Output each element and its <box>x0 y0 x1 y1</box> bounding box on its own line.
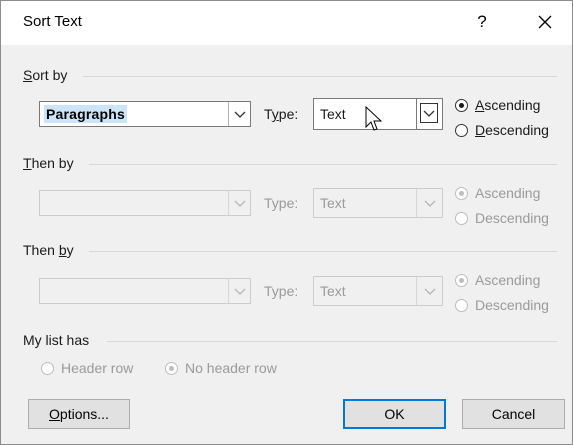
my-list-has-divider <box>107 341 557 342</box>
chevron-down-icon <box>234 200 246 207</box>
radio-circle <box>165 361 178 375</box>
then-by-2-type-label: Type: <box>264 283 299 299</box>
sort-by-ascending-radio[interactable]: Ascending <box>455 94 540 116</box>
then-by-2-type-value: Text <box>320 283 346 299</box>
sort-by-descending-label: Descending <box>475 122 549 138</box>
then-by-2-descending-label: Descending <box>475 297 549 313</box>
then-by-1-label: Then by <box>23 155 74 171</box>
then-by-1-field-dropdown-button[interactable] <box>228 191 250 215</box>
radio-circle <box>455 186 468 200</box>
sort-by-divider <box>83 76 557 77</box>
header-row-radio[interactable]: Header row <box>41 357 133 379</box>
radio-dot <box>459 102 464 108</box>
then-by-2-field-value <box>44 282 48 300</box>
help-button[interactable]: ? <box>471 9 493 35</box>
then-by-1-type-dropdown-button[interactable] <box>416 189 442 217</box>
then-by-2-descending-radio[interactable]: Descending <box>455 294 549 316</box>
sort-by-ascending-label: Ascending <box>475 97 541 113</box>
close-icon[interactable] <box>532 9 558 35</box>
then-by-2-ascending-radio[interactable]: Ascending <box>455 269 540 291</box>
then-by-1-descending-radio[interactable]: Descending <box>455 207 549 229</box>
sort-by-type-dropdown-button[interactable] <box>416 99 442 129</box>
dropdown-button-frame <box>420 103 438 123</box>
then-by-1-type-value: Text <box>320 195 346 211</box>
chevron-down-icon <box>234 111 246 118</box>
then-by-1-divider <box>89 164 557 165</box>
radio-circle <box>455 123 468 137</box>
radio-dot <box>459 190 464 196</box>
sort-by-field-dropdown[interactable]: Paragraphs <box>39 101 251 127</box>
radio-circle <box>455 273 468 287</box>
sort-by-field-value: Paragraphs <box>44 105 128 123</box>
radio-circle <box>455 298 468 312</box>
sort-by-label: Sort by <box>23 67 68 83</box>
radio-circle <box>41 361 54 375</box>
then-by-2-type-dropdown[interactable]: Text <box>313 276 443 306</box>
then-by-2-field-dropdown[interactable] <box>39 278 251 304</box>
then-by-2-type-dropdown-button[interactable] <box>416 277 442 305</box>
sort-by-field-dropdown-button[interactable] <box>228 102 250 126</box>
ok-button[interactable]: OK <box>343 399 446 429</box>
then-by-2-ascending-label: Ascending <box>475 272 541 288</box>
radio-dot <box>459 277 464 283</box>
then-by-1-field-value <box>44 194 48 212</box>
then-by-1-type-dropdown[interactable]: Text <box>313 188 443 218</box>
chevron-down-icon <box>424 288 436 295</box>
sort-by-type-label: Type: <box>264 106 299 122</box>
header-row-label: Header row <box>61 360 134 376</box>
options-button[interactable]: Options... <box>28 399 130 429</box>
dialog-title: Sort Text <box>23 13 82 30</box>
no-header-row-label: No header row <box>185 360 277 376</box>
radio-circle <box>455 211 468 225</box>
sort-by-descending-radio[interactable]: Descending <box>455 119 549 141</box>
chevron-down-icon <box>423 110 435 117</box>
sort-by-type-value: Text <box>320 106 346 122</box>
then-by-1-ascending-radio[interactable]: Ascending <box>455 182 540 204</box>
chevron-down-icon <box>424 200 436 207</box>
then-by-2-label: Then by <box>23 242 74 258</box>
then-by-1-ascending-label: Ascending <box>475 185 541 201</box>
title-bar: Sort Text ? <box>1 1 572 45</box>
sort-text-dialog: Sort Text ? Sort by Paragraphs Type: Tex… <box>0 0 573 445</box>
then-by-2-field-dropdown-button[interactable] <box>228 279 250 303</box>
then-by-2-divider <box>89 251 557 252</box>
chevron-down-icon <box>234 288 246 295</box>
radio-circle <box>455 98 468 112</box>
no-header-row-radio[interactable]: No header row <box>165 357 277 379</box>
then-by-1-descending-label: Descending <box>475 210 549 226</box>
radio-dot <box>169 365 174 371</box>
cancel-button[interactable]: Cancel <box>462 399 565 429</box>
mouse-pointer-icon <box>365 106 383 131</box>
then-by-1-type-label: Type: <box>264 195 299 211</box>
then-by-1-field-dropdown[interactable] <box>39 190 251 216</box>
my-list-has-label: My list has <box>23 332 90 348</box>
